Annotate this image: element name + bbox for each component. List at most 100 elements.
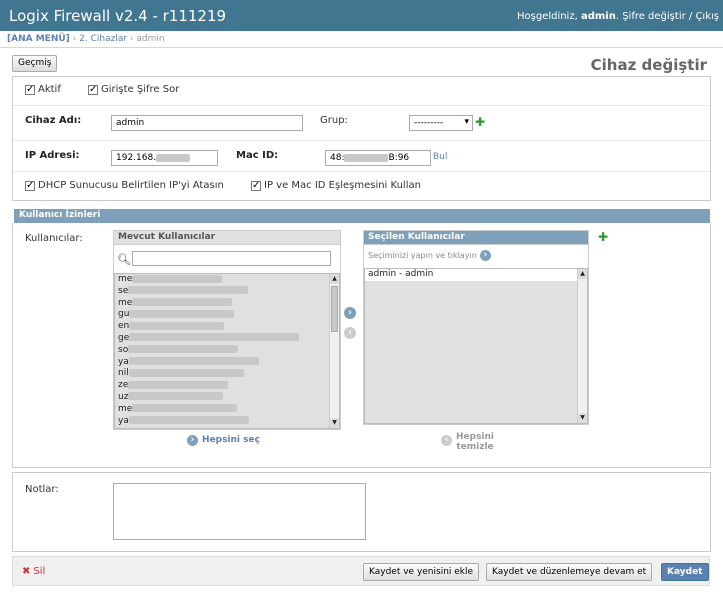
add-arrow-icon[interactable]: › [344,307,356,319]
breadcrumb-section[interactable]: 2. Cihazlar [79,34,127,44]
clear-all-line2: temizle [456,442,494,452]
device-name-input[interactable]: admin [111,115,303,131]
scroll-up-icon[interactable]: ▲ [578,269,587,279]
remove-arrow-icon[interactable]: ‹ [344,327,356,339]
logout-link[interactable]: Çıkış [695,11,719,22]
user-name-prefix: uz [118,391,129,402]
available-list-items: me se me gu en ge so ya nil ze uz me ya [115,274,339,427]
mac-label: Mac ID: [236,150,279,161]
dhcp-checkbox[interactable]: ✓ DHCP Sunucusu Belirtilen IP'yi Atasın [25,180,224,191]
users-label: Kullanıcılar: [25,233,83,244]
ip-input[interactable]: 192.168. [111,150,218,166]
delete-link[interactable]: ✖ Sil [22,566,45,577]
list-item[interactable]: me [115,298,339,310]
available-users-list[interactable]: me se me gu en ge so ya nil ze uz me ya ▲ ▼ [114,273,340,429]
ip-value: 192.168. [116,153,157,163]
notes-label: Notlar: [25,484,59,495]
ipmac-label: IP ve Mac ID Eşleşmesini Kullan [264,180,421,191]
breadcrumb: [ANA MENÜ] › 2. Cihazlar › admin [0,31,723,48]
permissions-fieldset: Kullanıcılar: Mevcut Kullanıcılar 🔍︎ me s… [12,223,711,468]
list-item[interactable]: ya [115,357,339,369]
list-item[interactable]: se [115,286,339,298]
app-title: Logix Firewall v2.4 - r111219 [9,7,227,25]
list-item[interactable]: ge [115,333,339,345]
save-and-add-button[interactable]: Kaydet ve yenisini ekle [363,563,480,581]
active-checkbox[interactable]: ✓ Aktif [25,84,61,95]
breadcrumb-separator: › [72,34,77,44]
welcome-text: Hoşgeldiniz, [516,11,578,22]
dropdown-arrow-icon: ▾ [464,117,469,127]
add-group-icon[interactable]: ✚ [475,116,485,128]
form-row-name: Cihaz Adı: admin Grup: --------- ▾ ✚ [13,106,710,141]
scroll-down-icon[interactable]: ▼ [330,418,339,428]
group-select[interactable]: --------- ▾ [409,115,473,131]
user-name-prefix: se [118,285,129,296]
choose-all-link[interactable]: › Hepsini seç [187,435,260,446]
ipmac-checkbox[interactable]: ✓ IP ve Mac ID Eşleşmesini Kullan [251,180,421,191]
user-name-prefix: ya [118,415,129,426]
redacted-text [128,416,249,425]
notes-fieldset: Notlar: [12,472,711,552]
redacted-text [132,404,238,413]
redacted-text [344,153,389,162]
scrollbar[interactable]: ▲ ▼ [329,274,339,428]
redacted-text [128,392,224,401]
form-row-network: IP Adresi: 192.168. Mac ID: 48: B:96 Bul [13,141,710,172]
breadcrumb-home[interactable]: [ANA MENÜ] [7,34,70,44]
notes-textarea[interactable] [113,483,366,540]
mac-prefix: 48: [330,153,345,163]
redacted-text [129,321,225,330]
delete-label: Sil [33,566,46,577]
find-mac-link[interactable]: Bul [433,152,447,162]
search-icon: 🔍︎ [117,253,131,266]
group-label: Grup: [320,115,348,126]
group-selected-value: --------- [414,118,444,128]
mac-input[interactable]: 48: B:96 [325,150,431,166]
choose-all-label: Hepsini seç [202,435,260,445]
user-name-prefix: ze [118,380,129,391]
history-button[interactable]: Geçmiş [12,55,58,72]
filter-input[interactable] [132,251,331,266]
scroll-thumb[interactable] [331,286,338,332]
separator: / [688,11,693,22]
list-item[interactable]: uz [115,392,339,404]
active-label: Aktif [38,84,61,95]
list-item[interactable]: admin - admin [365,269,587,281]
app-header: Logix Firewall v2.4 - r111219 Hoşgeldini… [0,0,723,31]
ask-password-checkbox[interactable]: ✓ Girişte Şifre Sor [88,84,179,95]
list-item[interactable]: ya [115,416,339,428]
checkbox-checked-icon[interactable]: ✓ [88,84,98,95]
list-item[interactable]: me [115,404,339,416]
scrollbar[interactable]: ▲ ▼ [577,269,587,423]
redacted-text [129,309,235,318]
list-item[interactable]: en [115,321,339,333]
checkbox-checked-icon[interactable]: ✓ [25,84,35,95]
checkbox-checked-icon[interactable]: ✓ [25,180,35,191]
chosen-users-list[interactable]: admin - admin ▲ ▼ [364,268,588,424]
checkbox-checked-icon[interactable]: ✓ [251,180,261,191]
breadcrumb-separator: › [129,34,134,44]
list-item[interactable]: so [115,345,339,357]
scroll-up-icon[interactable]: ▲ [330,274,339,284]
user-name-prefix: gu [118,309,130,320]
save-and-continue-button[interactable]: Kaydet ve düzenlemeye devam et [486,563,653,581]
scroll-down-icon[interactable]: ▼ [578,413,587,423]
available-users-box: Mevcut Kullanıcılar 🔍︎ me se me gu en ge so ya n… [113,230,341,430]
ask-password-label: Girişte Şifre Sor [101,84,180,95]
redacted-text [128,345,239,354]
redacted-text [129,333,300,342]
add-user-icon[interactable]: ✚ [598,231,608,243]
clear-all-label: Hepsini temizle [456,432,494,452]
list-item[interactable]: gu [115,309,339,321]
user-name-prefix: me [118,297,133,308]
list-item[interactable]: me [115,274,339,286]
change-password-link[interactable]: Şifre değiştir [622,11,686,22]
save-button[interactable]: Kaydet [661,563,709,581]
list-item[interactable]: ze [115,380,339,392]
chosen-help: Seçiminizi yapın ve tıklayın › [368,250,491,261]
list-item[interactable]: nil [115,368,339,380]
clear-all-link[interactable]: ‹ Hepsini temizle [441,432,494,452]
user-name-prefix: so [118,344,129,355]
redacted-text [132,298,233,307]
choose-all-icon: › [187,435,198,446]
